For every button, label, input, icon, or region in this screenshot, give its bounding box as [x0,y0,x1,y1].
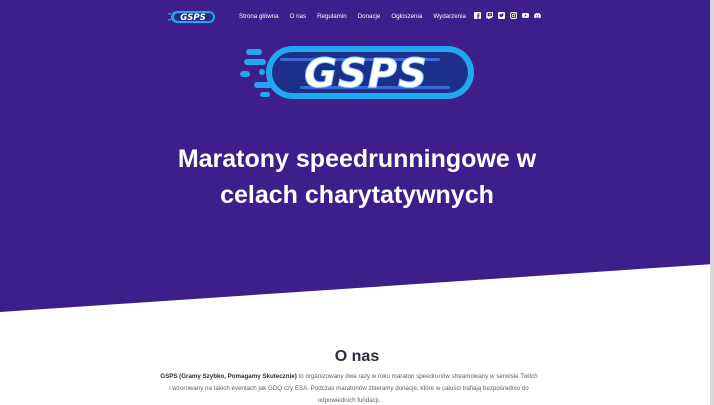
nav-link-rules[interactable]: Regulamin [317,11,347,23]
hero-title-line-1: Maratony speedrunningowe w [177,145,537,173]
youtube-icon[interactable] [522,12,529,19]
nav-links: Strona główna O nas Regulamin Donacje Og… [239,11,477,23]
nav-link-announcements[interactable]: Ogłoszenia [391,11,422,23]
nav-link-donations[interactable]: Donacje [358,11,381,23]
nav-link-home[interactable]: Strona główna [239,11,279,23]
nav-link-events[interactable]: Wydarzenia [433,11,466,23]
hero-title-line-2: celach charytatywnych [220,181,494,209]
nav-link-about[interactable]: O nas [290,11,307,23]
social-links [474,12,541,19]
logo-text: GSPS [180,13,205,23]
twitch-icon[interactable] [486,12,493,19]
gsps-hero-logo: GSPS [240,46,474,99]
about-title: O nas [334,348,380,365]
hero-title: Maratony speedrunningowe w celach charyt… [0,141,714,213]
about-description-bold: GSPS (Gramy Szybko, Pomagamy Skutecznie) [160,373,297,380]
hero-logo-text: GSPS [304,51,428,97]
gsps-logo-small[interactable]: GSPS [168,10,216,24]
about-description: GSPS (Gramy Szybko, Pomagamy Skutecznie)… [160,371,538,405]
facebook-icon[interactable] [474,12,481,19]
top-navigation: GSPS Strona główna O nas Regulamin Donac… [0,9,714,25]
twitter-icon[interactable] [498,12,505,19]
discord-icon[interactable] [534,12,541,19]
instagram-icon[interactable] [510,12,517,19]
